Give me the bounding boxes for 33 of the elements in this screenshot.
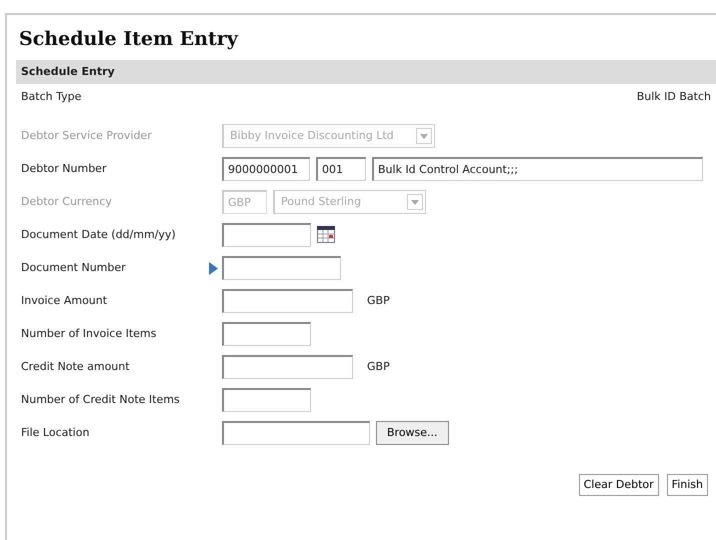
field-label: File Location <box>20 424 90 441</box>
page-title: Schedule Item Entry <box>19 27 240 52</box>
field-label: Document Date (dd/mm/yy) <box>20 226 177 243</box>
batch-type-value: Bulk ID Batch <box>636 89 711 105</box>
input-field[interactable]: 9000000001 <box>222 157 310 181</box>
currency-label: GBP <box>367 292 390 309</box>
input-field[interactable] <box>222 388 311 412</box>
field-label: Number of Invoice Items <box>20 326 158 342</box>
input-field[interactable]: Bulk Id Control Account;;; <box>372 157 703 181</box>
input-field[interactable] <box>222 421 370 445</box>
input-field[interactable] <box>222 256 341 280</box>
field-label: Document Number <box>20 260 127 276</box>
dropdown-arrow-icon <box>420 134 428 138</box>
field-label: Credit Note amount <box>20 358 131 375</box>
field-label: Invoice Amount <box>20 292 108 309</box>
section-header: Schedule Entry <box>16 60 716 84</box>
calendar-icon[interactable] <box>317 226 335 244</box>
field-label: Batch Type <box>21 89 82 105</box>
action-button[interactable]: Clear Debtor <box>578 474 659 496</box>
input-field[interactable] <box>222 322 311 346</box>
input-field[interactable]: 001 <box>316 157 366 181</box>
input-field[interactable] <box>222 289 353 313</box>
field-label: Number of Credit Note Items <box>20 392 181 408</box>
dropdown-arrow-icon <box>411 200 419 204</box>
field-label: Debtor Currency <box>20 194 113 210</box>
field-label: Debtor Service Provider <box>20 128 153 144</box>
browse-button[interactable]: Browse... <box>376 421 449 445</box>
input-field[interactable] <box>222 355 353 379</box>
action-button[interactable]: Finish <box>666 474 708 496</box>
current-field-marker-icon <box>209 262 218 274</box>
field-label: Debtor Number <box>20 160 108 177</box>
currency-label: GBP <box>367 358 390 375</box>
input-field[interactable] <box>222 223 311 247</box>
